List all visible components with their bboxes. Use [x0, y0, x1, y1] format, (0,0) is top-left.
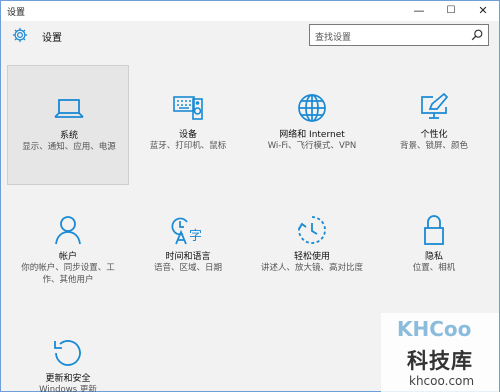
globe-icon [298, 94, 326, 122]
tile-description: 你的帐户、同步设置、工作、其他用户 [21, 263, 115, 285]
ease-of-access-icon [298, 216, 326, 244]
tile-label: 时间和语言 [165, 252, 211, 262]
tile-label: 设备 [178, 130, 197, 140]
tile-description: 显示、通知、应用、电源 [22, 142, 116, 152]
keyboard-speaker-icon [173, 96, 203, 120]
search-input[interactable]: 查找设置 [309, 24, 489, 46]
settings-header: 设置 查找设置 [1, 21, 499, 51]
tile-label: 隐私 [424, 252, 443, 262]
tile-personalization[interactable]: 个性化 背景、锁屏、颜色 [373, 65, 495, 185]
paint-monitor-icon [421, 92, 449, 119]
watermark-name: 科技库 [407, 349, 473, 373]
tile-time-language[interactable]: 字 时间和语言 语音、区域、日期 [127, 187, 249, 307]
tile-privacy[interactable]: 隐私 位置、相机 [373, 187, 495, 307]
maximize-button[interactable]: ☐ [435, 1, 467, 21]
settings-window: 设置 — ☐ ✕ 设置 查找设置 系统 显示、通知、应用、电源 设备 蓝牙、打印… [0, 0, 500, 392]
tile-devices[interactable]: 设备 蓝牙、打印机、鼠标 [127, 65, 249, 185]
tile-label: 网络和 Internet [279, 130, 345, 140]
tile-description: 背景、锁屏、颜色 [399, 141, 468, 151]
tile-accounts[interactable]: 帐户 你的帐户、同步设置、工作、其他用户 [7, 187, 129, 307]
tile-description: 语音、区域、日期 [153, 263, 222, 273]
tile-description: 讲述人、放大镜、高对比度 [260, 263, 363, 273]
gear-icon [12, 27, 28, 43]
tile-description: Windows 更新 [39, 385, 97, 392]
watermark-logo: KHCoo [397, 317, 472, 341]
tile-description: Wi-Fi、飞行模式、VPN [267, 141, 357, 151]
tile-label: 系统 [59, 131, 78, 141]
page-title: 设置 [42, 33, 62, 44]
watermark: KHCoo 科技库 khcoo.com [381, 313, 499, 392]
tile-label: 个性化 [420, 130, 448, 140]
lock-icon [424, 215, 444, 245]
search-placeholder: 查找设置 [315, 33, 352, 43]
update-icon [54, 340, 81, 366]
minimize-button[interactable]: — [403, 1, 435, 21]
tile-label: 帐户 [58, 252, 77, 262]
tile-description: 蓝牙、打印机、鼠标 [149, 141, 227, 151]
tile-ease-of-access[interactable]: 轻松使用 讲述人、放大镜、高对比度 [251, 187, 373, 307]
close-button[interactable]: ✕ [467, 1, 499, 21]
tile-update-security[interactable]: 更新和安全 Windows 更新 [7, 309, 129, 392]
search-icon[interactable] [470, 28, 484, 42]
tile-network[interactable]: 网络和 Internet Wi-Fi、飞行模式、VPN [251, 65, 373, 185]
tile-label: 轻松使用 [293, 252, 330, 262]
watermark-url: khcoo.com [409, 374, 475, 388]
tile-system[interactable]: 系统 显示、通知、应用、电源 [7, 65, 129, 185]
tile-label: 更新和安全 [45, 374, 91, 384]
person-icon [55, 216, 81, 245]
window-title: 设置 [7, 8, 26, 18]
tile-description: 位置、相机 [412, 263, 456, 273]
time-language-icon: 字 [171, 217, 202, 245]
laptop-icon [54, 99, 84, 118]
svg-text:字: 字 [189, 229, 202, 244]
title-bar[interactable]: 设置 — ☐ ✕ [1, 1, 499, 21]
